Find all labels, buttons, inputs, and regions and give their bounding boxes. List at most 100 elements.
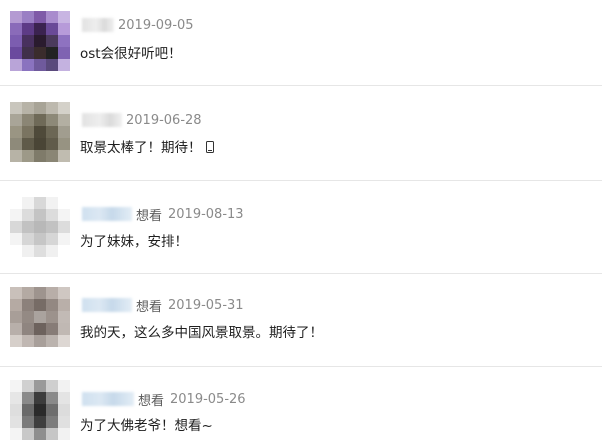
avatar-mosaic-cell	[46, 221, 58, 233]
avatar-mosaic-cell	[10, 138, 22, 150]
avatar-mosaic-cell	[34, 114, 46, 126]
avatar-mosaic-cell	[46, 287, 58, 299]
avatar-mosaic-cell	[10, 323, 22, 335]
comment-item: 想看 2019-05-31 我的天，这么多中国风景取景。期待了！	[0, 274, 602, 367]
avatar-mosaic-cell	[10, 47, 22, 59]
avatar-mosaic-cell	[22, 233, 34, 245]
username-blurred[interactable]	[82, 113, 122, 127]
avatar[interactable]	[10, 197, 70, 257]
avatar-mosaic-cell	[58, 233, 70, 245]
avatar-mosaic-cell	[46, 102, 58, 114]
comment-text: 取景太棒了！期待！	[80, 136, 214, 156]
avatar-mosaic-cell	[58, 335, 70, 347]
avatar-mosaic-cell	[46, 138, 58, 150]
comment-item: 想看 2019-05-26 为了大佛老爷！想看~	[0, 367, 602, 443]
avatar-mosaic-cell	[58, 126, 70, 138]
avatar-mosaic-cell	[46, 47, 58, 59]
avatar-mosaic-cell	[58, 299, 70, 311]
avatar-mosaic-cell	[46, 323, 58, 335]
avatar[interactable]	[10, 102, 70, 162]
avatar[interactable]	[10, 11, 70, 71]
username-blurred[interactable]	[82, 18, 114, 32]
avatar-mosaic-cell	[34, 404, 46, 416]
comment-text: 为了妹妹，安排！	[80, 230, 188, 250]
want-to-watch-tag: 想看	[136, 299, 163, 315]
avatar-mosaic-cell	[10, 392, 22, 404]
username-blurred[interactable]	[82, 207, 132, 221]
username-blurred[interactable]	[82, 392, 134, 406]
avatar-mosaic-cell	[58, 221, 70, 233]
avatar-mosaic-cell	[10, 287, 22, 299]
avatar-mosaic-cell	[58, 404, 70, 416]
username-blurred[interactable]	[82, 298, 132, 312]
avatar-mosaic-cell	[22, 416, 34, 428]
avatar-mosaic-cell	[10, 114, 22, 126]
avatar-mosaic-cell	[34, 428, 46, 440]
avatar-mosaic-cell	[22, 299, 34, 311]
avatar-mosaic-cell	[34, 197, 46, 209]
avatar-mosaic-cell	[34, 150, 46, 162]
mobile-phone-icon	[205, 141, 214, 153]
comment-date: 2019-05-26	[170, 391, 246, 407]
avatar-mosaic-cell	[34, 138, 46, 150]
comment-meta: 想看 2019-08-13	[82, 204, 244, 224]
avatar-mosaic-cell	[34, 59, 46, 71]
avatar-mosaic-cell	[22, 311, 34, 323]
avatar-mosaic-cell	[22, 138, 34, 150]
avatar-mosaic-cell	[34, 23, 46, 35]
comment-text-content: 为了妹妹，安排！	[80, 234, 188, 250]
comment-date: 2019-05-31	[168, 297, 244, 313]
avatar-mosaic-cell	[22, 380, 34, 392]
avatar-mosaic-cell	[34, 299, 46, 311]
avatar-mosaic-cell	[22, 197, 34, 209]
avatar-mosaic-cell	[22, 392, 34, 404]
avatar-mosaic-cell	[58, 311, 70, 323]
avatar-mosaic-cell	[22, 102, 34, 114]
avatar-mosaic-cell	[46, 114, 58, 126]
comment-item: 2019-06-28 取景太棒了！期待！	[0, 86, 602, 181]
avatar-mosaic-cell	[22, 11, 34, 23]
avatar[interactable]	[10, 380, 70, 440]
avatar-mosaic-cell	[10, 428, 22, 440]
comment-list: 2019-09-05 ost会很好听吧！ 2019-06-28 取景太棒了！期待…	[0, 0, 602, 443]
avatar-mosaic-cell	[58, 35, 70, 47]
avatar-mosaic-cell	[46, 233, 58, 245]
avatar-mosaic-cell	[22, 114, 34, 126]
avatar-mosaic-cell	[46, 335, 58, 347]
avatar-mosaic-cell	[10, 209, 22, 221]
avatar-mosaic-cell	[46, 197, 58, 209]
want-to-watch-tag: 想看	[136, 208, 163, 224]
comment-text-content: 取景太棒了！期待！	[80, 140, 202, 156]
avatar-mosaic-cell	[58, 245, 70, 257]
comment-text: ost会很好听吧！	[80, 42, 182, 62]
avatar-mosaic-cell	[10, 23, 22, 35]
avatar-mosaic-cell	[10, 197, 22, 209]
comment-meta: 想看 2019-05-31	[82, 295, 244, 315]
avatar-mosaic-cell	[58, 392, 70, 404]
avatar-mosaic-cell	[10, 416, 22, 428]
avatar-mosaic-cell	[46, 404, 58, 416]
avatar-mosaic-cell	[58, 150, 70, 162]
avatar-mosaic-cell	[10, 102, 22, 114]
avatar-mosaic-cell	[10, 221, 22, 233]
avatar-mosaic-cell	[34, 245, 46, 257]
avatar-mosaic-cell	[46, 392, 58, 404]
avatar-mosaic-cell	[10, 126, 22, 138]
avatar-mosaic-cell	[58, 23, 70, 35]
want-to-watch-tag: 想看	[138, 393, 165, 409]
avatar-mosaic-cell	[22, 150, 34, 162]
comment-text: 我的天，这么多中国风景取景。期待了！	[80, 321, 323, 341]
avatar-mosaic-cell	[10, 335, 22, 347]
avatar-mosaic-cell	[10, 245, 22, 257]
avatar-mosaic-cell	[10, 311, 22, 323]
avatar[interactable]	[10, 287, 70, 347]
avatar-mosaic-cell	[10, 11, 22, 23]
avatar-mosaic-cell	[58, 197, 70, 209]
avatar-mosaic-cell	[46, 428, 58, 440]
avatar-mosaic-cell	[22, 221, 34, 233]
comment-text: 为了大佛老爷！想看~	[80, 414, 213, 434]
avatar-mosaic-cell	[46, 209, 58, 221]
avatar-mosaic-cell	[34, 416, 46, 428]
avatar-mosaic-cell	[10, 35, 22, 47]
comment-item: 2019-09-05 ost会很好听吧！	[0, 0, 602, 86]
